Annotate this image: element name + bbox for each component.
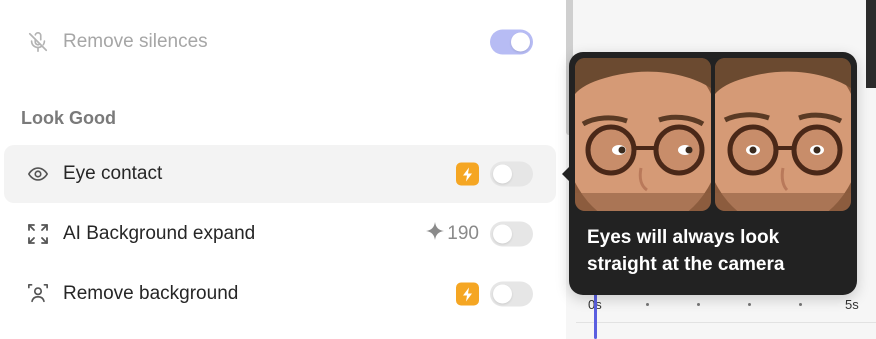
ai-background-expand-label: AI Background expand (63, 223, 256, 244)
person-icon (26, 282, 50, 306)
remove-silences-row[interactable]: Remove silences (4, 13, 556, 71)
after-photo (715, 58, 851, 211)
toggle-knob (493, 164, 512, 184)
toggle-knob (493, 224, 512, 244)
eye-contact-toggle[interactable] (490, 161, 533, 187)
ai-background-expand-row[interactable]: AI Background expand 190 (4, 205, 556, 263)
remove-silences-toggle[interactable] (490, 29, 533, 55)
sparkle-icon (426, 222, 445, 246)
eye-contact-label: Eye contact (63, 163, 163, 184)
toggle-knob (511, 32, 530, 52)
credits-value: 190 (447, 223, 479, 244)
bolt-icon (456, 282, 479, 306)
remove-silences-label: Remove silences (63, 31, 208, 52)
timeline-dot (799, 303, 802, 306)
credits-cost: 190 (426, 222, 479, 246)
bolt-icon (456, 162, 479, 186)
eye-contact-row[interactable]: Eye contact (4, 145, 556, 203)
toggle-knob (493, 284, 512, 304)
eye-contact-tooltip: Eyes will always look straight at the ca… (562, 52, 857, 295)
mic-off-icon (26, 30, 50, 54)
before-photo (575, 58, 711, 211)
tooltip-arrow (562, 166, 570, 182)
timeline-tick-end: 5s (845, 297, 859, 312)
timeline-track (576, 322, 876, 323)
tooltip-text: Eyes will always look straight at the ca… (587, 227, 785, 275)
remove-background-row[interactable]: Remove background (4, 265, 556, 323)
ai-background-expand-toggle[interactable] (490, 221, 533, 247)
expand-icon (26, 222, 50, 246)
section-title-look-good: Look Good (21, 108, 116, 128)
timeline-dot (697, 303, 700, 306)
settings-panel: Remove silences Look Good Eye contact AI (0, 0, 566, 339)
remove-background-label: Remove background (63, 283, 239, 304)
remove-background-toggle[interactable] (490, 281, 533, 307)
timeline-dot (748, 303, 751, 306)
timeline-dot (646, 303, 649, 306)
video-frame-edge (866, 0, 876, 88)
eye-icon (26, 162, 50, 186)
